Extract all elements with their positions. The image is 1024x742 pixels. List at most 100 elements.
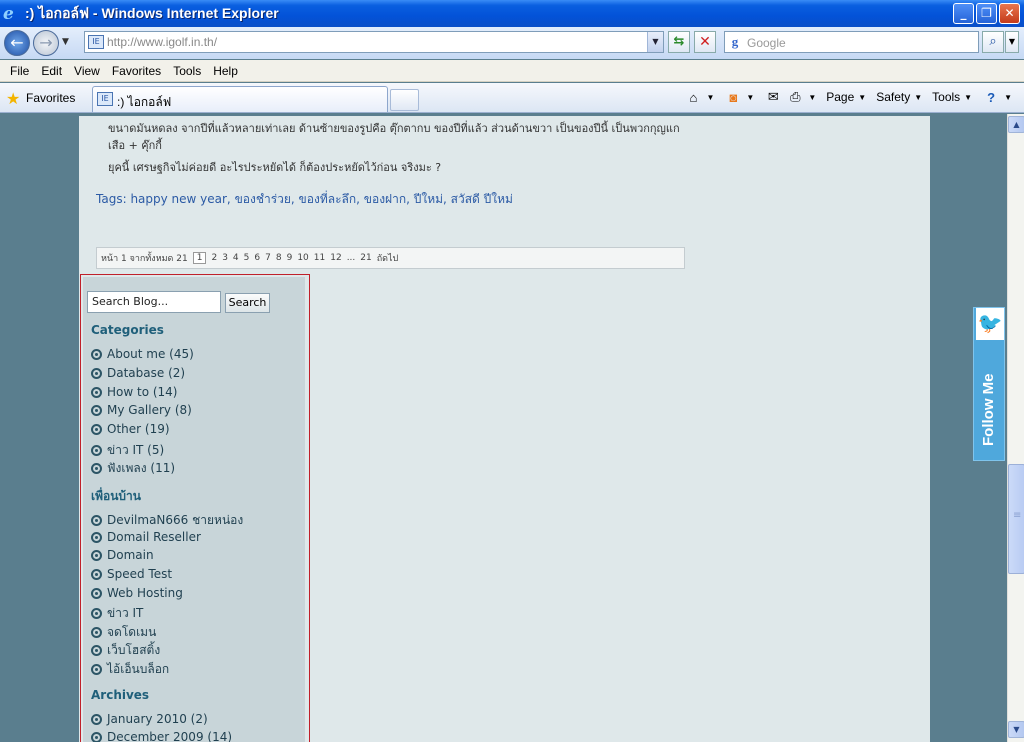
address-bar[interactable]: IE http://www.igolf.in.th/ ▼ — [84, 31, 664, 53]
refresh-button[interactable]: ⇆ — [668, 31, 690, 53]
home-dropdown-icon[interactable]: ▼ — [706, 93, 714, 102]
pagination-page[interactable]: 8 — [276, 253, 282, 263]
favorites-star-icon[interactable]: ★ — [6, 89, 20, 108]
archive-label[interactable]: January 2010 (2) — [107, 712, 208, 726]
category-label[interactable]: About me (45) — [107, 347, 194, 361]
safety-dropdown-icon[interactable]: ▼ — [914, 93, 922, 102]
friend-link[interactable]: Domail Reseller — [91, 530, 201, 544]
pagination-page[interactable]: 21 — [360, 253, 371, 263]
friend-label[interactable]: จดโดเมน — [107, 623, 156, 642]
scroll-up-button[interactable]: ▲ — [1008, 116, 1024, 133]
category-item[interactable]: ฟังเพลง (11) — [91, 459, 175, 478]
category-label[interactable]: How to (14) — [107, 385, 178, 399]
help-icon[interactable]: ? — [982, 90, 1000, 105]
archive-link[interactable]: January 2010 (2) — [91, 712, 208, 726]
tools-dropdown-icon[interactable]: ▼ — [964, 93, 972, 102]
pagination-next[interactable]: ถัดไป — [377, 251, 399, 265]
tags-links[interactable]: happy new year, ของชำร่วย, ของที่ละลึก, … — [130, 192, 513, 206]
category-item[interactable]: About me (45) — [91, 347, 194, 361]
safety-menu[interactable]: Safety — [876, 90, 910, 104]
recent-pages-dropdown[interactable]: ▼ — [62, 37, 69, 47]
favorites-button[interactable]: Favorites — [26, 91, 75, 105]
category-item[interactable]: My Gallery (8) — [91, 403, 192, 417]
pagination-page[interactable]: 10 — [297, 253, 308, 263]
pagination-page[interactable]: 9 — [287, 253, 293, 263]
feeds-dropdown-icon[interactable]: ▼ — [746, 93, 754, 102]
archive-label[interactable]: December 2009 (14) — [107, 730, 232, 742]
menu-favorites[interactable]: Favorites — [112, 64, 161, 78]
pagination-page[interactable]: 6 — [254, 253, 260, 263]
pagination-page[interactable]: 11 — [314, 253, 325, 263]
pagination-page[interactable]: 12 — [330, 253, 341, 263]
friend-link[interactable]: เว็บโฮสติ้ง — [91, 641, 160, 660]
menu-tools[interactable]: Tools — [173, 64, 201, 78]
pagination-summary: หน้า 1 จากทั้งหมด 21 — [101, 254, 188, 264]
menu-file[interactable]: File — [10, 64, 29, 78]
window-title: :) ไอกอล์ฟ - Windows Internet Explorer — [25, 4, 279, 21]
blog-search-button[interactable]: Search — [225, 293, 270, 313]
category-item[interactable]: ข่าว IT (5) — [91, 441, 164, 460]
page-dropdown-icon[interactable]: ▼ — [858, 93, 866, 102]
friend-link[interactable]: Speed Test — [91, 567, 172, 581]
stop-button[interactable]: ✕ — [694, 31, 716, 53]
mail-icon[interactable]: ✉ — [764, 89, 782, 105]
friend-label[interactable]: Speed Test — [107, 567, 172, 581]
friend-label[interactable]: Web Hosting — [107, 586, 183, 600]
feeds-icon[interactable]: ◙ — [724, 90, 742, 105]
menu-edit[interactable]: Edit — [41, 64, 62, 78]
menu-help[interactable]: Help — [213, 64, 238, 78]
restore-button[interactable]: ❐ — [976, 3, 997, 24]
pagination-page[interactable]: 4 — [233, 253, 239, 263]
vertical-scrollbar[interactable]: ▲ ▼ — [1007, 114, 1024, 742]
bullet-icon — [91, 404, 102, 416]
category-item[interactable]: Database (2) — [91, 366, 185, 380]
category-label[interactable]: Database (2) — [107, 366, 185, 380]
friend-label[interactable]: ไอ้เอ็นบล็อก — [107, 660, 169, 679]
follow-me-tab[interactable]: 🐦 Follow Me — [973, 307, 1005, 461]
search-input[interactable]: g Google — [724, 31, 979, 53]
print-icon[interactable]: ⎙ — [786, 89, 804, 105]
new-tab-button[interactable] — [390, 89, 419, 111]
category-label[interactable]: Other (19) — [107, 422, 170, 436]
back-button[interactable]: ← — [4, 30, 30, 56]
help-dropdown-icon[interactable]: ▼ — [1004, 93, 1012, 102]
address-dropdown-icon[interactable]: ▼ — [647, 32, 663, 52]
pagination-page[interactable]: 3 — [222, 253, 228, 263]
minimize-button[interactable]: _ — [953, 3, 974, 24]
search-go-button[interactable]: ⌕ — [982, 31, 1004, 53]
address-url[interactable]: http://www.igolf.in.th/ — [107, 35, 217, 49]
scroll-thumb[interactable] — [1008, 464, 1024, 574]
friend-link[interactable]: DevilmaN666 ชายหน่อง — [91, 511, 243, 530]
bullet-icon — [91, 587, 102, 599]
friend-label[interactable]: เว็บโฮสติ้ง — [107, 641, 160, 660]
category-label[interactable]: ฟังเพลง (11) — [107, 459, 175, 478]
pagination-page[interactable]: 5 — [244, 253, 250, 263]
scroll-down-button[interactable]: ▼ — [1008, 721, 1024, 738]
tools-menu[interactable]: Tools — [932, 90, 960, 104]
page-menu[interactable]: Page — [826, 90, 854, 104]
category-label[interactable]: ข่าว IT (5) — [107, 441, 164, 460]
menu-view[interactable]: View — [74, 64, 100, 78]
search-options-dropdown[interactable]: ▼ — [1005, 31, 1019, 53]
pagination-page[interactable]: 2 — [211, 253, 217, 263]
forward-button[interactable]: → — [33, 30, 59, 56]
friend-link[interactable]: ข่าว IT — [91, 604, 143, 623]
close-button[interactable]: ✕ — [999, 3, 1020, 24]
friend-link[interactable]: ไอ้เอ็นบล็อก — [91, 660, 169, 679]
friend-label[interactable]: Domain — [107, 548, 154, 562]
home-icon[interactable]: ⌂ — [684, 90, 702, 105]
blog-search-input[interactable]: Search Blog... — [87, 291, 221, 313]
friend-link[interactable]: Web Hosting — [91, 586, 183, 600]
friend-link[interactable]: Domain — [91, 548, 154, 562]
friend-link[interactable]: จดโดเมน — [91, 623, 156, 642]
friend-label[interactable]: DevilmaN666 ชายหน่อง — [107, 511, 243, 530]
category-item[interactable]: Other (19) — [91, 422, 170, 436]
friend-label[interactable]: Domail Reseller — [107, 530, 201, 544]
category-label[interactable]: My Gallery (8) — [107, 403, 192, 417]
friend-label[interactable]: ข่าว IT — [107, 604, 143, 623]
pagination-page[interactable]: 7 — [265, 253, 271, 263]
category-item[interactable]: How to (14) — [91, 385, 178, 399]
archive-link[interactable]: December 2009 (14) — [91, 730, 232, 742]
print-dropdown-icon[interactable]: ▼ — [808, 93, 816, 102]
browser-tab[interactable]: IE :) ไอกอล์ฟ — [92, 86, 388, 112]
